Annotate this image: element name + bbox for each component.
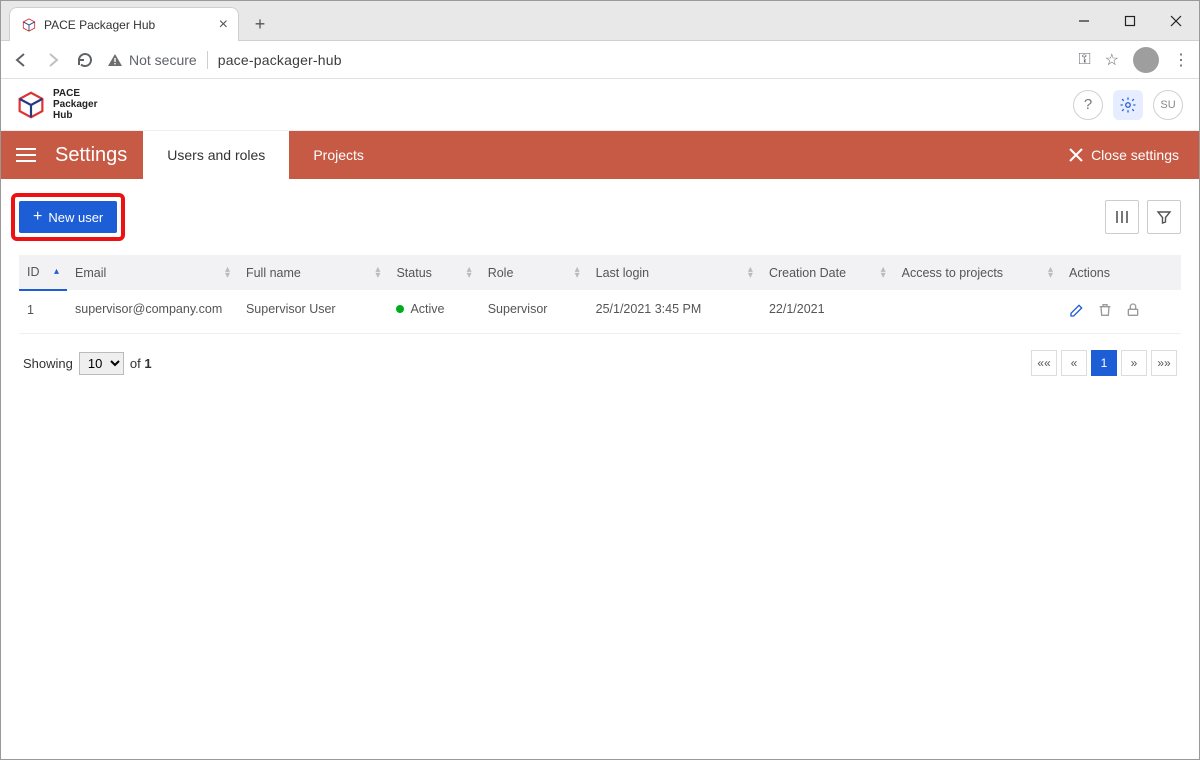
sort-icon: ▴▾ (881, 267, 886, 279)
col-lastlogin[interactable]: Last login▴▾ (588, 255, 761, 290)
toolbar: + New user (1, 179, 1199, 255)
cell-actions (1061, 290, 1181, 334)
lock-icon[interactable] (1125, 302, 1141, 321)
page-first[interactable]: «« (1031, 350, 1057, 376)
cell-email: supervisor@company.com (67, 290, 238, 334)
showing-label: Showing (23, 356, 73, 371)
browser-right-icons: ⚿ ☆ ⋮ (1078, 47, 1189, 73)
user-initials-badge[interactable]: SU (1153, 90, 1183, 120)
col-actions: Actions (1061, 255, 1181, 290)
of-label: of (130, 356, 141, 371)
kebab-menu-icon[interactable]: ⋮ (1173, 50, 1189, 70)
table-row: 1 supervisor@company.com Supervisor User… (19, 290, 1181, 334)
cell-access (894, 290, 1061, 334)
saved-password-icon[interactable]: ⚿ (1078, 51, 1090, 69)
new-tab-button[interactable]: + (245, 9, 275, 39)
tab-users-and-roles[interactable]: Users and roles (143, 131, 289, 179)
close-tab-icon[interactable]: × (219, 16, 228, 34)
browser-titlebar: PACE Packager Hub × + (1, 1, 1199, 41)
divider (207, 51, 208, 69)
tab-title: PACE Packager Hub (44, 18, 155, 32)
help-button[interactable]: ? (1073, 90, 1103, 120)
plus-icon: + (33, 209, 42, 225)
maximize-button[interactable] (1107, 1, 1153, 40)
reload-button[interactable] (75, 50, 95, 70)
page-current[interactable]: 1 (1091, 350, 1117, 376)
highlight-annotation: + New user (11, 193, 125, 241)
brand-text: PACE Packager Hub (53, 88, 97, 121)
profile-avatar[interactable] (1133, 47, 1159, 73)
col-status[interactable]: Status▴▾ (388, 255, 479, 290)
pager: «« « 1 » »» (1031, 350, 1177, 376)
cell-id: 1 (19, 290, 67, 334)
brand-cube-icon (17, 91, 45, 119)
settings-title: Settings (51, 131, 143, 179)
cell-lastlogin: 25/1/2021 3:45 PM (588, 290, 761, 334)
delete-icon[interactable] (1097, 302, 1113, 321)
page-next[interactable]: » (1121, 350, 1147, 376)
window-controls (1061, 1, 1199, 40)
minimize-button[interactable] (1061, 1, 1107, 40)
col-email[interactable]: Email▴▾ (67, 255, 238, 290)
page-last[interactable]: »» (1151, 350, 1177, 376)
close-window-button[interactable] (1153, 1, 1199, 40)
settings-bar: Settings Users and roles Projects Close … (1, 131, 1199, 179)
pagination-row: Showing 10 of 1 «« « 1 » »» (1, 334, 1199, 392)
gear-icon (1119, 96, 1137, 114)
sort-icon: ▴▾ (1048, 267, 1053, 279)
sort-icon: ▴▾ (467, 267, 472, 279)
back-button[interactable] (11, 50, 31, 70)
browser-tab[interactable]: PACE Packager Hub × (9, 7, 239, 41)
close-settings-button[interactable]: Close settings (1049, 131, 1199, 179)
page-size-select[interactable]: 10 (79, 352, 124, 375)
bookmark-icon[interactable]: ☆ (1105, 50, 1119, 70)
sort-icon: ▴▾ (748, 267, 753, 279)
cell-status: Active (388, 290, 479, 334)
page-prev[interactable]: « (1061, 350, 1087, 376)
col-fullname[interactable]: Full name▴▾ (238, 255, 388, 290)
url-zone[interactable]: Not secure pace-packager-hub (107, 51, 1066, 69)
sort-icon: ▴▾ (375, 267, 380, 279)
total-count: 1 (144, 356, 151, 371)
app-header: PACE Packager Hub ? SU (1, 79, 1199, 131)
settings-gear-button[interactable] (1113, 90, 1143, 120)
status-dot-icon (396, 305, 404, 313)
hamburger-menu-button[interactable] (1, 131, 51, 179)
forward-button[interactable] (43, 50, 63, 70)
cell-fullname: Supervisor User (238, 290, 388, 334)
col-creation[interactable]: Creation Date▴▾ (761, 255, 894, 290)
filter-button[interactable] (1147, 200, 1181, 234)
col-role[interactable]: Role▴▾ (480, 255, 588, 290)
columns-icon (1114, 209, 1130, 225)
header-actions: ? SU (1073, 90, 1183, 120)
sort-asc-icon: ▴ (54, 269, 59, 275)
col-access[interactable]: Access to projects▴▾ (894, 255, 1061, 290)
brand[interactable]: PACE Packager Hub (17, 88, 97, 121)
columns-button[interactable] (1105, 200, 1139, 234)
warning-icon (107, 52, 123, 68)
col-id[interactable]: ID▴ (19, 255, 67, 290)
table-header-row: ID▴ Email▴▾ Full name▴▾ Status▴▾ Role▴▾ … (19, 255, 1181, 290)
tab-projects[interactable]: Projects (289, 131, 388, 179)
sort-icon: ▴▾ (225, 267, 230, 279)
new-user-button[interactable]: + New user (19, 201, 117, 233)
cell-creation: 22/1/2021 (761, 290, 894, 334)
url-text: pace-packager-hub (218, 52, 342, 68)
not-secure-indicator: Not secure (107, 52, 197, 68)
hamburger-icon (15, 146, 37, 164)
sort-icon: ▴▾ (575, 267, 580, 279)
filter-icon (1156, 209, 1172, 225)
close-icon (1069, 148, 1083, 162)
browser-address-bar: Not secure pace-packager-hub ⚿ ☆ ⋮ (1, 41, 1199, 79)
cell-role: Supervisor (480, 290, 588, 334)
edit-icon[interactable] (1069, 302, 1085, 321)
users-table: ID▴ Email▴▾ Full name▴▾ Status▴▾ Role▴▾ … (19, 255, 1181, 334)
cube-icon (22, 18, 36, 32)
